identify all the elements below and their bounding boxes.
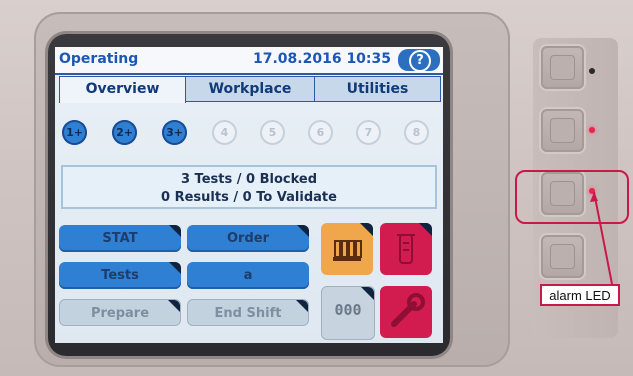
annotation-arrow [590,191,613,285]
alarm-led-label: alarm LED [540,284,620,306]
